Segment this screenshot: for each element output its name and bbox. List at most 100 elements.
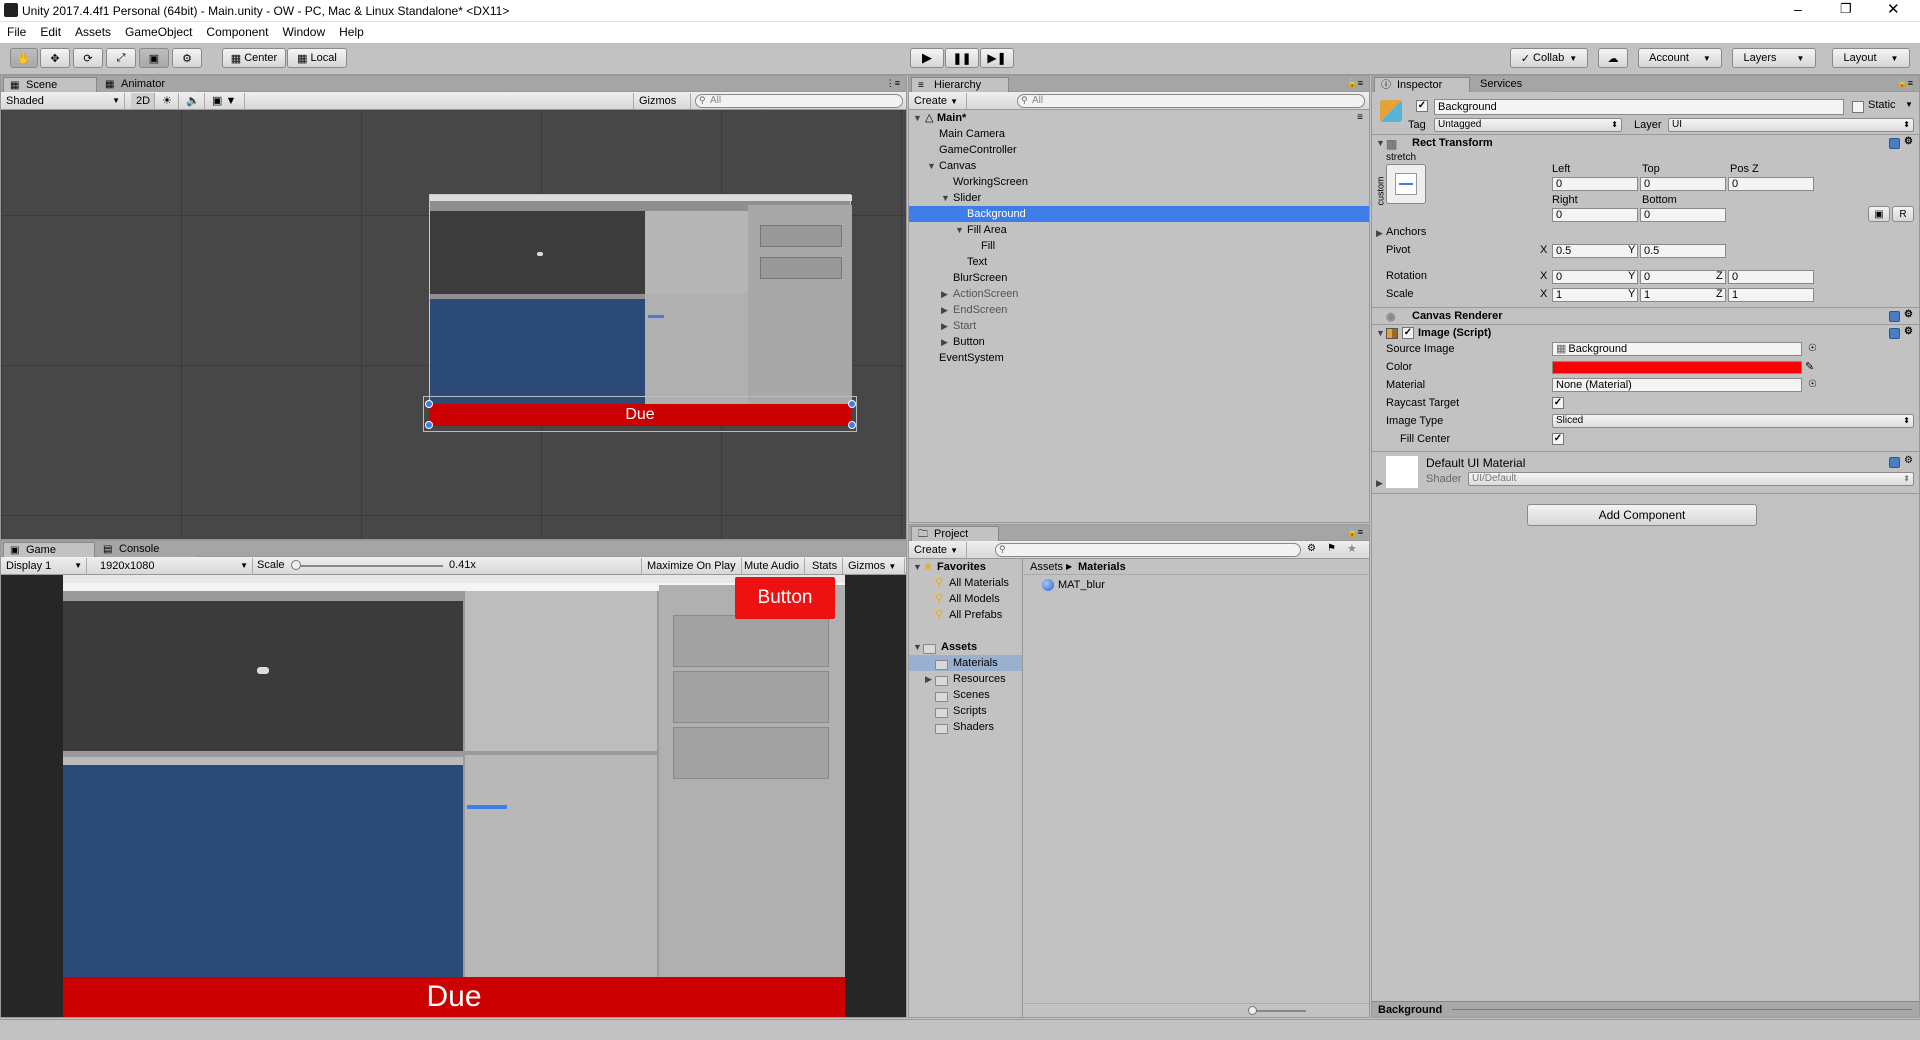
favorite-item[interactable]: ⚲ All Models <box>909 591 1022 607</box>
posz-field[interactable]: 0 <box>1728 177 1814 191</box>
expand-arrow-icon[interactable]: ▼ <box>913 639 922 655</box>
favorite-item[interactable]: ⚲ All Prefabs <box>909 607 1022 623</box>
help-book-icon[interactable] <box>1889 138 1900 149</box>
hierarchy-item[interactable]: Main Camera <box>909 126 1369 142</box>
collapse-arrow-icon[interactable]: ▶ <box>941 318 948 334</box>
rotate-tool-icon[interactable]: ⟳ <box>73 48 103 68</box>
collapse-arrow-icon[interactable]: ▶ <box>925 671 932 687</box>
expand-arrow-icon[interactable]: ▼ <box>1376 135 1385 152</box>
icon-size-slider[interactable] <box>1252 1010 1306 1012</box>
filter-label-icon[interactable]: ⚑ <box>1327 543 1336 554</box>
expand-arrow-icon[interactable]: ▼ <box>941 190 950 206</box>
maximize-icon[interactable]: ❐ <box>1840 1 1852 17</box>
close-icon[interactable]: ✕ <box>1887 0 1900 18</box>
transform-tool-icon[interactable]: ⚙ <box>172 48 202 68</box>
mode-2d-toggle[interactable]: 2D <box>131 93 155 109</box>
folder-item[interactable]: Scenes <box>909 687 1022 703</box>
collapse-arrow-icon[interactable]: ▶ <box>1376 478 1383 489</box>
resolution-dropdown[interactable]: 1920x1080 ▼ <box>89 558 253 574</box>
display-dropdown[interactable]: Display 1 ▼ <box>1 558 87 574</box>
pause-icon[interactable]: ❚❚ <box>945 48 979 68</box>
image-type-dropdown[interactable]: Sliced <box>1552 414 1914 428</box>
tab-services[interactable]: Services <box>1472 77 1552 92</box>
tab-animator[interactable]: ▦ Animator <box>99 77 195 92</box>
maximize-on-play-toggle[interactable]: Maximize On Play <box>641 558 742 574</box>
panel-menu-icon[interactable]: 🔒≡ <box>1897 78 1913 89</box>
right-field[interactable]: 0 <box>1552 208 1638 222</box>
hierarchy-item[interactable]: EventSystem <box>909 350 1369 366</box>
add-component-button[interactable]: Add Component <box>1527 504 1757 526</box>
tag-dropdown[interactable]: Untagged <box>1434 118 1622 132</box>
cloud-icon[interactable]: ☁ <box>1598 48 1628 68</box>
rect-transform-header[interactable]: ▼ ▦ Rect Transform ⚙ <box>1372 134 1919 151</box>
account-button[interactable]: Account ▼ <box>1638 48 1722 68</box>
folder-item[interactable]: ▶ Resources <box>909 671 1022 687</box>
source-image-field[interactable]: ▦ Background <box>1552 342 1802 356</box>
chevron-down-icon[interactable]: ▼ <box>1905 100 1913 109</box>
hierarchy-item[interactable]: Fill <box>909 238 1369 254</box>
hierarchy-item[interactable]: WorkingScreen <box>909 174 1369 190</box>
scale-slider-handle[interactable] <box>291 560 301 570</box>
image-header[interactable]: ▼ ✓ Image (Script) ⚙ <box>1372 324 1919 341</box>
object-picker-icon[interactable]: ☉ <box>1808 379 1817 390</box>
project-create-dropdown[interactable]: Create ▼ <box>909 542 967 558</box>
expand-arrow-icon[interactable]: ▼ <box>955 222 964 238</box>
raycast-target-checkbox[interactable]: ✓ <box>1552 397 1564 409</box>
collab-button[interactable]: ✓ Collab ▼ <box>1510 48 1588 68</box>
bottom-field[interactable]: 0 <box>1640 208 1726 222</box>
tab-hierarchy[interactable]: ≡ Hierarchy <box>911 77 1009 92</box>
active-checkbox[interactable]: ✓ <box>1416 100 1428 112</box>
tab-game[interactable]: ▣ Game <box>3 542 95 557</box>
pivot-y-field[interactable]: 0.5 <box>1640 244 1726 258</box>
panel-menu-icon[interactable]: 🔒≡ <box>1347 78 1363 89</box>
scale-slider-track[interactable] <box>293 565 443 567</box>
rotation-y-field[interactable]: 0 <box>1640 270 1726 284</box>
menu-window[interactable]: Window <box>275 22 332 39</box>
hierarchy-item[interactable]: BlurScreen <box>909 270 1369 286</box>
top-field[interactable]: 0 <box>1640 177 1726 191</box>
collapse-arrow-icon[interactable]: ▶ <box>941 334 948 350</box>
project-search-input[interactable] <box>995 543 1301 557</box>
lighting-icon[interactable]: ☀ <box>157 93 179 109</box>
hierarchy-item[interactable]: GameController <box>909 142 1369 158</box>
anchor-presets-button[interactable] <box>1386 164 1426 204</box>
folder-item-selected[interactable]: Materials <box>909 655 1022 671</box>
anchors-label[interactable]: Anchors <box>1386 225 1426 240</box>
material-field[interactable]: None (Material) <box>1552 378 1802 392</box>
static-checkbox[interactable] <box>1852 101 1864 113</box>
collapse-arrow-icon[interactable]: ▶ <box>941 286 948 302</box>
scale-tool-icon[interactable]: ⤢ <box>106 48 136 68</box>
left-field[interactable]: 0 <box>1552 177 1638 191</box>
scale-y-field[interactable]: 1 <box>1640 288 1726 302</box>
hierarchy-create-dropdown[interactable]: Create ▼ <box>909 93 967 109</box>
layer-dropdown[interactable]: UI <box>1668 118 1914 132</box>
breadcrumb-item[interactable]: Assets <box>1030 559 1063 575</box>
minimize-icon[interactable]: – <box>1794 1 1802 17</box>
rect-tool-icon[interactable]: ▣ <box>139 48 169 68</box>
object-picker-icon[interactable]: ☉ <box>1808 343 1817 354</box>
favorite-star-icon[interactable]: ★ <box>1347 542 1357 555</box>
stats-toggle[interactable]: Stats <box>807 558 844 574</box>
asset-file[interactable]: MAT_blur <box>1024 577 1369 593</box>
shader-dropdown[interactable]: UI/Default <box>1468 472 1914 486</box>
game-gizmos-dropdown[interactable]: Gizmos ▼ <box>843 558 905 574</box>
favorite-item[interactable]: ⚲ All Materials <box>909 575 1022 591</box>
hierarchy-item-selected[interactable]: Background <box>909 206 1369 222</box>
menu-edit[interactable]: Edit <box>33 22 68 39</box>
preview-footer[interactable]: Background <box>1372 1001 1919 1017</box>
hierarchy-item[interactable]: Text <box>909 254 1369 270</box>
tab-scene[interactable]: ▦ Scene <box>3 77 97 92</box>
folder-item[interactable]: Shaders <box>909 719 1022 735</box>
hierarchy-item[interactable]: ▼ Canvas <box>909 158 1369 174</box>
game-slider-background[interactable]: Due <box>63 977 845 1017</box>
pivot-x-field[interactable]: 0.5 <box>1552 244 1638 258</box>
shading-mode-dropdown[interactable]: Shaded ▼ <box>1 93 125 109</box>
gizmos-dropdown[interactable]: Gizmos ▼ <box>633 93 691 122</box>
hierarchy-search-input[interactable]: All <box>1017 94 1365 108</box>
menu-help[interactable]: Help <box>332 22 371 39</box>
menu-component[interactable]: Component <box>199 22 275 39</box>
color-swatch[interactable] <box>1552 361 1802 374</box>
move-tool-icon[interactable]: ✥ <box>40 48 70 68</box>
help-book-icon[interactable] <box>1889 457 1900 468</box>
tab-inspector[interactable]: ⓘ Inspector <box>1374 77 1470 92</box>
